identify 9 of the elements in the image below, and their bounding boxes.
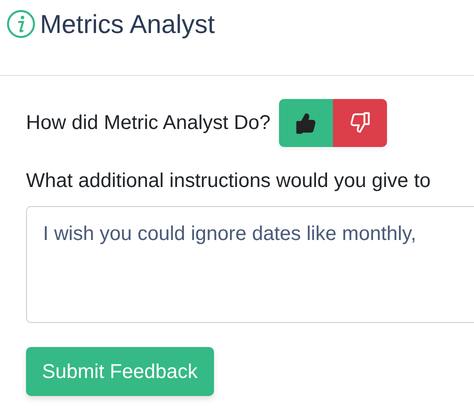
- instructions-field[interactable]: I wish you could ignore dates like monthly,: [26, 206, 474, 323]
- thumbs-down-button[interactable]: [332, 99, 387, 147]
- thumbs-down-icon: [348, 112, 371, 134]
- thumbs-up-icon: [294, 112, 317, 134]
- instructions-label: What additional instructions would you give to: [26, 169, 431, 194]
- page-title: Metrics Analyst: [40, 8, 215, 41]
- rating-question: How did Metric Analyst Do?: [26, 111, 271, 136]
- info-icon: [6, 9, 36, 39]
- thumbs-up-button[interactable]: [278, 99, 333, 147]
